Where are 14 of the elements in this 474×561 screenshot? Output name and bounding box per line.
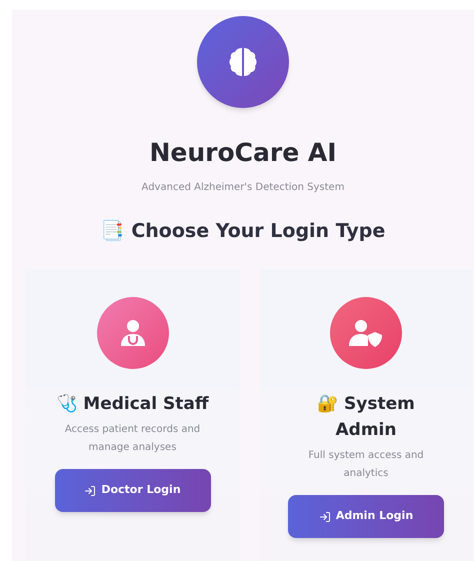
doctor-icon — [118, 318, 146, 348]
login-button[interactable]: Doctor Login — [54, 469, 210, 512]
card-description: Access patient records and manage analyses — [64, 423, 202, 455]
card-title: 🔐 System Admin — [316, 393, 416, 442]
login-button[interactable]: Admin Login — [288, 495, 444, 538]
card-title: 🩺 Medical Staff — [56, 393, 209, 416]
login-icon — [318, 510, 331, 522]
app-title: NeuroCare AI — [149, 137, 337, 169]
user-shield-icon — [349, 318, 383, 348]
app-subtitle: Advanced Alzheimer's Detection System — [142, 180, 344, 194]
card-description: Full system access and analytics — [307, 449, 425, 481]
section-heading: 📑 Choose Your Login Type — [100, 218, 386, 244]
brain-icon — [228, 45, 258, 79]
login-icon — [84, 484, 96, 496]
